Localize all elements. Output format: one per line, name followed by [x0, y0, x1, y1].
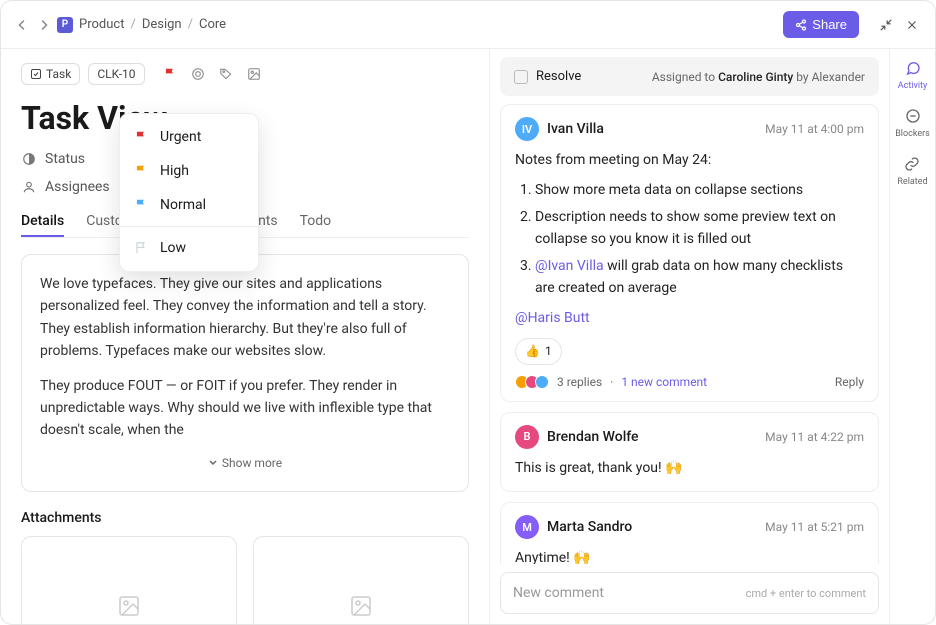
task-type-chip[interactable]: Task: [21, 63, 80, 85]
priority-option-high[interactable]: High: [120, 154, 258, 188]
breadcrumb-item[interactable]: Product: [79, 17, 124, 32]
avatar: B: [515, 425, 539, 449]
chat-icon: [904, 59, 922, 77]
resolve-bar: Resolve Assigned to Caroline Ginty by Al…: [500, 57, 879, 96]
comment-time: May 11 at 4:00 pm: [765, 122, 864, 136]
resolve-checkbox[interactable]: [514, 70, 528, 84]
shortcut-hint: cmd + enter to comment: [746, 587, 866, 600]
close-icon[interactable]: [905, 18, 919, 32]
task-id-chip[interactable]: CLK-10: [88, 63, 144, 85]
tab-todo[interactable]: Todo: [300, 207, 332, 237]
assigned-info: Assigned to Caroline Ginty by Alexander: [652, 70, 865, 84]
replies-count[interactable]: 3 replies: [557, 375, 602, 389]
link-icon: [903, 155, 921, 173]
comment: IV Ivan Villa May 11 at 4:00 pm Notes fr…: [500, 104, 879, 402]
attachment-card[interactable]: [21, 536, 237, 624]
mention[interactable]: @Haris Butt: [515, 310, 590, 326]
right-rail: Activity Blockers Related: [889, 49, 935, 624]
rail-activity[interactable]: Activity: [898, 59, 927, 91]
loop-icon[interactable]: [191, 67, 205, 81]
description-box: We love typefaces. They give our sites a…: [21, 254, 469, 492]
breadcrumb-item[interactable]: Core: [199, 17, 226, 32]
resolve-label: Resolve: [536, 69, 581, 84]
priority-flag-icon[interactable]: [163, 67, 177, 81]
avatar: M: [515, 515, 539, 539]
comment-author: Marta Sandro: [547, 519, 632, 535]
comment: M Marta Sandro May 11 at 5:21 pm Anytime…: [500, 502, 879, 564]
rail-related[interactable]: Related: [897, 155, 927, 187]
image-icon[interactable]: [247, 67, 261, 81]
person-icon: [21, 180, 37, 194]
reply-avatars: [515, 375, 549, 389]
comment-author: Brendan Wolfe: [547, 429, 639, 445]
attachments-heading: Attachments: [21, 510, 469, 526]
priority-dropdown: Urgent High Normal Low: [119, 113, 259, 272]
new-comment-input[interactable]: New comment cmd + enter to comment: [500, 572, 879, 614]
comment-time: May 11 at 4:22 pm: [765, 430, 864, 444]
priority-option-urgent[interactable]: Urgent: [120, 120, 258, 154]
new-comment-badge[interactable]: 1 new comment: [621, 375, 707, 389]
breadcrumb-item[interactable]: Design: [142, 17, 182, 32]
mention[interactable]: @Ivan Villa: [535, 258, 604, 274]
tab-details[interactable]: Details: [21, 207, 64, 237]
avatar: IV: [515, 117, 539, 141]
comment-author: Ivan Villa: [547, 121, 604, 137]
comments-panel: Resolve Assigned to Caroline Ginty by Al…: [489, 49, 889, 624]
share-button[interactable]: Share: [783, 11, 859, 38]
comment-time: May 11 at 5:21 pm: [765, 520, 864, 534]
product-icon: P: [57, 17, 73, 33]
breadcrumb: P Product / Design / Core: [57, 17, 226, 33]
comment-body: Notes from meeting on May 24: Show more …: [515, 149, 864, 365]
show-more-button[interactable]: Show more: [40, 454, 450, 473]
attachment-card[interactable]: [253, 536, 469, 624]
status-icon: [21, 152, 37, 166]
priority-option-low[interactable]: Low: [120, 231, 258, 265]
reply-button[interactable]: Reply: [835, 375, 864, 389]
main-panel: Task CLK-10 Task View Status Assignees: [1, 49, 489, 624]
blocker-icon: [904, 107, 922, 125]
reaction-chip[interactable]: 👍1: [515, 338, 562, 365]
comment-body: This is great, thank you! 🙌: [515, 457, 864, 479]
nav-back[interactable]: [17, 20, 27, 30]
comment-body: Anytime! 🙌: [515, 547, 864, 564]
nav-forward[interactable]: [39, 20, 49, 30]
tag-icon[interactable]: [219, 67, 233, 81]
priority-option-normal[interactable]: Normal: [120, 188, 258, 222]
collapse-icon[interactable]: [879, 18, 893, 32]
comment: B Brendan Wolfe May 11 at 4:22 pm This i…: [500, 412, 879, 492]
topbar: P Product / Design / Core Share: [1, 1, 935, 49]
rail-blockers[interactable]: Blockers: [895, 107, 930, 139]
